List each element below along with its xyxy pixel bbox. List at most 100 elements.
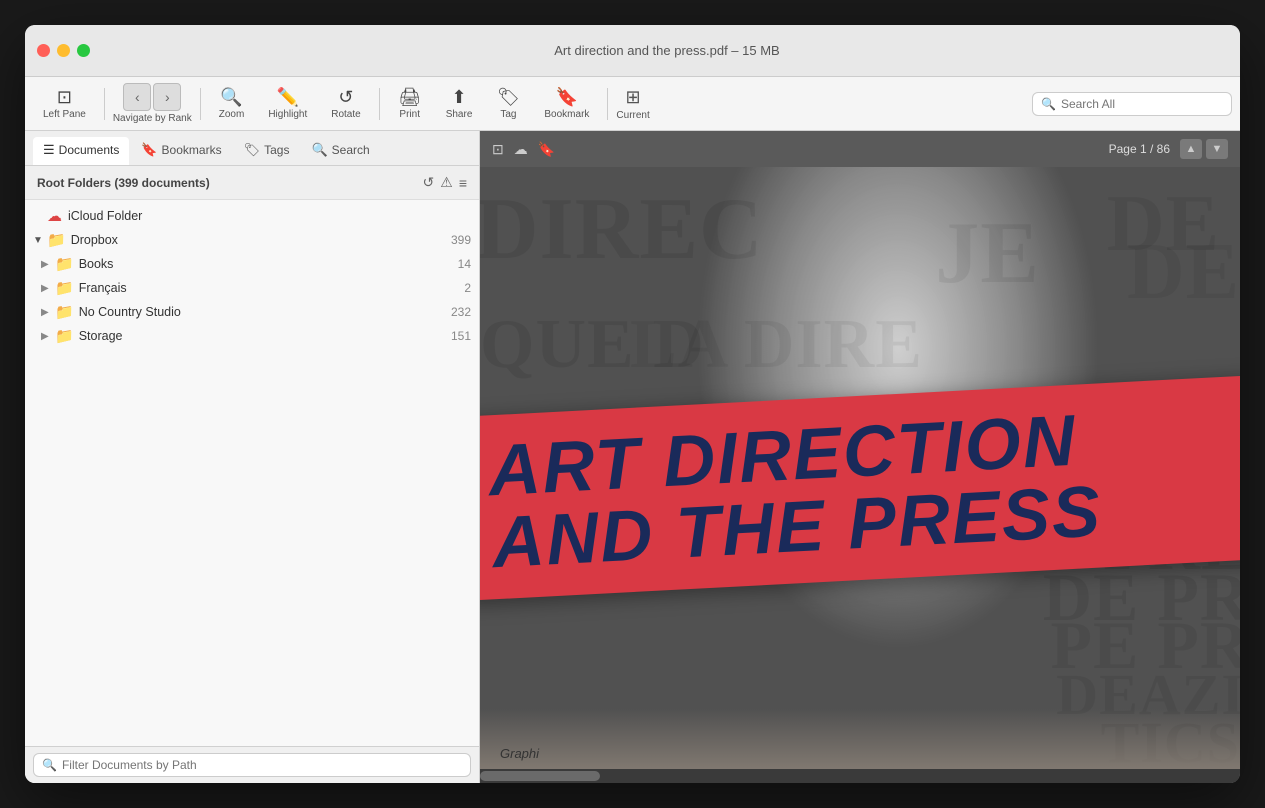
tree-item-francais[interactable]: ▶ 📁 Français 2 xyxy=(25,276,479,300)
no-country-studio-count: 232 xyxy=(451,305,471,319)
wm-je: JE xyxy=(935,203,1040,304)
minimize-button[interactable] xyxy=(57,44,70,57)
dropbox-folder-icon: 📁 xyxy=(47,231,66,249)
tab-documents[interactable]: ☰ Documents xyxy=(33,137,129,165)
storage-name: Storage xyxy=(79,329,451,343)
bookmarks-icon: 🔖 xyxy=(141,142,157,158)
current-section: ⊞ Current xyxy=(616,87,649,121)
sidebar-search-icon: 🔍 xyxy=(42,758,57,772)
wm-la-dir: LA DIRE xyxy=(630,305,923,385)
search-tab-icon: 🔍 xyxy=(311,142,327,158)
tree-item-dropbox[interactable]: ▼ 📁 Dropbox 399 xyxy=(25,228,479,252)
tab-search-label: Search xyxy=(332,143,370,157)
search-all-icon: 🔍 xyxy=(1041,97,1056,111)
tree-item-icloud[interactable]: ☁ iCloud Folder xyxy=(25,204,479,228)
arrow-dropbox: ▼ xyxy=(33,235,47,246)
tree-header-actions: ↺ ⚠ ≡ xyxy=(423,174,467,191)
pdf-prev-button[interactable]: ▲ xyxy=(1180,139,1202,159)
tab-bookmarks-label: Bookmarks xyxy=(162,143,222,157)
current-label: Current xyxy=(616,110,649,121)
dropbox-count: 399 xyxy=(451,233,471,247)
search-all-box: 🔍 xyxy=(1032,92,1232,116)
books-count: 14 xyxy=(458,257,471,271)
pdf-scrollbar[interactable] xyxy=(480,769,1240,783)
close-button[interactable] xyxy=(37,44,50,57)
navigate-forward-button[interactable]: › xyxy=(153,83,181,111)
sidebar-search: 🔍 xyxy=(25,746,479,783)
print-icon: 🖨 xyxy=(398,88,421,106)
left-pane-label: Left Pane xyxy=(43,109,86,120)
title-bar: Art direction and the press.pdf – 15 MB xyxy=(25,25,1240,77)
highlight-icon: ✏️ xyxy=(277,88,299,106)
rotate-button[interactable]: ↺ Rotate xyxy=(321,84,370,124)
search-all-input[interactable] xyxy=(1061,97,1223,111)
francais-count: 2 xyxy=(464,281,471,295)
window-title: Art direction and the press.pdf – 15 MB xyxy=(106,43,1228,58)
zoom-icon: 🔍 xyxy=(220,88,242,106)
share-label: Share xyxy=(446,109,473,120)
pdf-bookmark-icon[interactable]: 🔖 xyxy=(538,141,555,158)
dropbox-name: Dropbox xyxy=(71,233,451,247)
file-tree: ☁ iCloud Folder ▼ 📁 Dropbox 399 ▶ 📁 Book… xyxy=(25,200,479,746)
print-label: Print xyxy=(399,109,420,120)
highlight-button[interactable]: ✏️ Highlight xyxy=(258,84,317,124)
tree-header: Root Folders (399 documents) ↺ ⚠ ≡ xyxy=(25,166,479,200)
bottom-caption: Graphi xyxy=(480,709,1240,769)
pdf-cover: DIREC QUE D LA DIRE JE DE DE DE PRE DE P… xyxy=(480,167,1240,769)
tab-tags-label: Tags xyxy=(264,143,289,157)
page-info: Page 1 / 86 xyxy=(1109,142,1170,156)
tree-header-label: Root Folders (399 documents) xyxy=(37,176,210,190)
refresh-button[interactable]: ↺ xyxy=(423,174,435,191)
app-window: Art direction and the press.pdf – 15 MB … xyxy=(25,25,1240,783)
arrow-no-country-studio: ▶ xyxy=(41,307,55,318)
bookmark-icon: 🔖 xyxy=(556,88,578,106)
books-name: Books xyxy=(79,257,458,271)
wm-direc: DIREC xyxy=(480,179,764,280)
pdf-cloud-icon[interactable]: ☁ xyxy=(514,141,528,158)
caption-text: Graphi xyxy=(500,746,539,761)
no-country-studio-folder-icon: 📁 xyxy=(55,303,74,321)
tab-tags[interactable]: 🏷 Tags xyxy=(234,137,300,165)
sidebar-search-input[interactable] xyxy=(62,758,462,772)
icloud-name: iCloud Folder xyxy=(68,209,471,223)
navigate-back-button[interactable]: ‹ xyxy=(123,83,151,111)
pdf-toolbar: ⊡ ☁ 🔖 Page 1 / 86 ▲ ▼ xyxy=(480,131,1240,167)
highlight-label: Highlight xyxy=(268,109,307,120)
tags-icon: 🏷 xyxy=(244,142,261,158)
navigate-arrows: ‹ › xyxy=(123,83,181,111)
arrow-books: ▶ xyxy=(41,259,55,270)
tab-documents-label: Documents xyxy=(59,143,120,157)
documents-icon: ☰ xyxy=(43,142,55,158)
francais-name: Français xyxy=(79,281,465,295)
content-area: ☰ Documents 🔖 Bookmarks 🏷 Tags 🔍 Search xyxy=(25,131,1240,783)
tag-icon: 🏷 xyxy=(497,88,520,106)
arrow-storage: ▶ xyxy=(41,331,55,342)
icloud-icon: ☁ xyxy=(47,207,62,225)
pdf-next-button[interactable]: ▼ xyxy=(1206,139,1228,159)
zoom-button[interactable]: 🔍 Zoom xyxy=(209,84,255,124)
current-icon: ⊞ xyxy=(626,87,641,108)
print-button[interactable]: 🖨 Print xyxy=(388,84,432,124)
share-button[interactable]: ⬆ Share xyxy=(436,84,483,124)
menu-button[interactable]: ≡ xyxy=(459,175,467,191)
separator-2 xyxy=(200,88,201,120)
pdf-area: ⊡ ☁ 🔖 Page 1 / 86 ▲ ▼ DIREC QUE D xyxy=(480,131,1240,783)
warning-button[interactable]: ⚠ xyxy=(440,174,453,191)
tree-item-books[interactable]: ▶ 📁 Books 14 xyxy=(25,252,479,276)
tab-search[interactable]: 🔍 Search xyxy=(301,137,379,165)
francais-folder-icon: 📁 xyxy=(55,279,74,297)
tree-item-no-country-studio[interactable]: ▶ 📁 No Country Studio 232 xyxy=(25,300,479,324)
tree-item-storage[interactable]: ▶ 📁 Storage 151 xyxy=(25,324,479,348)
traffic-lights xyxy=(37,44,90,57)
left-pane-button[interactable]: ⊡ Left Pane xyxy=(33,84,96,124)
pdf-nav-arrows: ▲ ▼ xyxy=(1180,139,1228,159)
maximize-button[interactable] xyxy=(77,44,90,57)
pdf-viewer: DIREC QUE D LA DIRE JE DE DE DE PRE DE P… xyxy=(480,167,1240,769)
separator-3 xyxy=(379,88,380,120)
bookmark-button[interactable]: 🔖 Bookmark xyxy=(534,84,599,124)
tab-bookmarks[interactable]: 🔖 Bookmarks xyxy=(131,137,231,165)
separator-1 xyxy=(104,88,105,120)
pdf-folder-icon[interactable]: ⊡ xyxy=(492,141,504,158)
scrollbar-thumb[interactable] xyxy=(480,771,600,781)
tag-button[interactable]: 🏷 Tag xyxy=(486,84,530,124)
